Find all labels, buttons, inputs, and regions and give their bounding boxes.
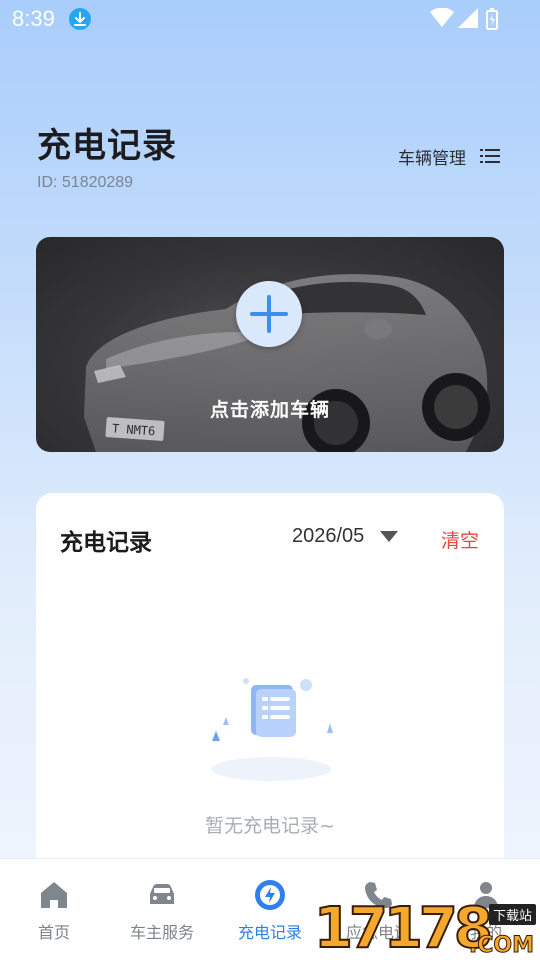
records-title: 充电记录: [60, 530, 152, 556]
plus-icon[interactable]: [236, 281, 302, 347]
download-icon: [69, 8, 91, 30]
lightning-icon: [255, 880, 285, 910]
home-icon: [41, 882, 67, 908]
watermark-suffix: .COM: [468, 933, 534, 959]
add-vehicle-card[interactable]: T NMT6 点击添加车辆: [36, 237, 504, 452]
add-vehicle-label: 点击添加车辆: [209, 399, 330, 421]
watermark-tag: 下载站: [488, 904, 536, 925]
battery-icon: [486, 8, 498, 30]
status-time: 8:39: [12, 6, 55, 31]
watermark-text: 17178: [313, 896, 494, 960]
nav-charging-records[interactable]: 充电记录: [216, 859, 324, 960]
nav-owner-services[interactable]: 车主服务: [108, 859, 216, 960]
car-icon: [150, 884, 174, 904]
nav-charging-records-label: 充电记录: [237, 923, 303, 942]
caret-down-icon: [380, 531, 399, 542]
vehicle-management-label: 车辆管理: [398, 148, 466, 169]
vehicle-management-button[interactable]: 车辆管理: [398, 143, 500, 169]
signal-icon: [458, 8, 478, 28]
nav-home-label: 首页: [37, 923, 71, 942]
user-id: ID: 51820289: [37, 174, 134, 191]
nav-owner-services-label: 车主服务: [129, 923, 195, 942]
status-bar: 8:39: [0, 0, 540, 38]
month-value: 2026/05: [292, 525, 365, 547]
watermark-logo: 17178 下载站 .COM: [313, 896, 540, 960]
list-icon: [480, 149, 500, 163]
wifi-icon: [430, 8, 454, 27]
nav-home[interactable]: 首页: [0, 859, 108, 960]
page-title: 充电记录: [37, 126, 177, 166]
empty-records-icon: [211, 678, 333, 781]
records-card: 充电记录 2026/05 清空 暂无充电记录~: [36, 493, 504, 893]
month-picker[interactable]: 2026/05: [292, 525, 399, 548]
clear-button[interactable]: 清空: [441, 526, 479, 553]
empty-text: 暂无充电记录~: [205, 815, 335, 837]
